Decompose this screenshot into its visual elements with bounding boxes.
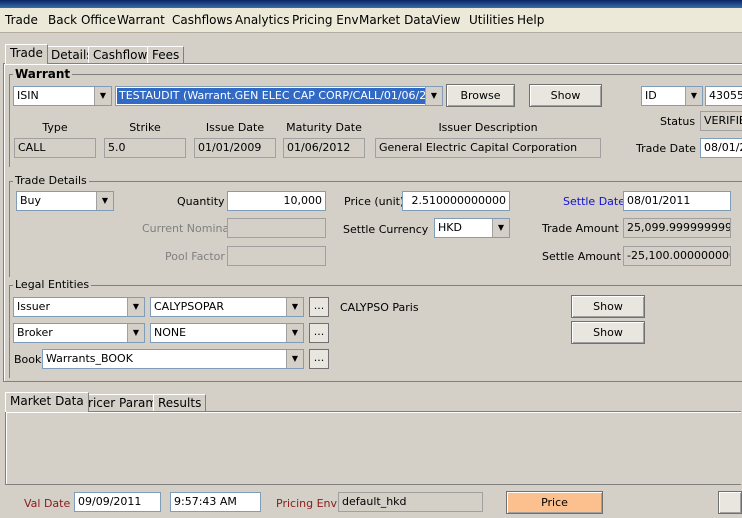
issue-date-field: 01/01/2009 — [194, 138, 276, 158]
tab-fees[interactable]: Fees — [147, 46, 185, 64]
type-header: Type — [42, 121, 68, 134]
legal-entities-title: Legal Entities — [13, 278, 92, 291]
menu-view[interactable]: View — [432, 13, 460, 27]
status-value: VERIFIE — [700, 111, 742, 131]
issuer-description-header: Issuer Description — [438, 121, 538, 134]
role1-select[interactable]: Issuer ▼ — [13, 297, 145, 317]
chevron-down-icon: ▼ — [286, 298, 303, 316]
pool-factor-field — [227, 246, 326, 266]
id-field-type-value: ID — [645, 89, 657, 102]
settle-currency-select[interactable]: HKD ▼ — [434, 218, 510, 238]
id-type-select[interactable]: ISIN ▼ — [13, 86, 112, 106]
quantity-input[interactable]: 10,000 — [227, 191, 326, 211]
chevron-down-icon: ▼ — [127, 324, 144, 342]
menu-cashflows[interactable]: Cashflows — [172, 13, 233, 27]
warrant-group-title: Warrant — [13, 67, 73, 81]
status-label: Status — [660, 115, 696, 128]
chevron-down-icon: ▼ — [425, 87, 442, 105]
type-field: CALL — [14, 138, 96, 158]
menu-back-office[interactable]: Back Office — [48, 13, 116, 27]
settle-date-label[interactable]: Settle Date — [563, 195, 625, 208]
show-broker-button[interactable]: Show — [571, 321, 645, 344]
role1-value: Issuer — [17, 300, 50, 313]
quantity-label: Quantity — [177, 195, 225, 208]
tab-trade[interactable]: Trade — [5, 44, 48, 64]
menu-market-data[interactable]: Market Data — [359, 13, 433, 27]
market-data-panel — [5, 411, 741, 485]
menu-warrant[interactable]: Warrant — [117, 13, 165, 27]
direction-value: Buy — [20, 194, 42, 207]
trade-id-input[interactable]: 43055 — [705, 86, 742, 106]
entity1-name: CALYPSO Paris — [340, 301, 419, 314]
settle-amount-field: -25,100.0000000000 — [623, 246, 731, 266]
show-product-button[interactable]: Show — [529, 84, 602, 107]
book-value: Warrants_BOOK — [46, 352, 133, 365]
menu-analytics[interactable]: Analytics — [235, 13, 290, 27]
entity2-value: NONE — [154, 326, 187, 339]
id-field-select[interactable]: ID ▼ — [641, 86, 703, 106]
val-date-label: Val Date — [24, 497, 71, 510]
maturity-date-header: Maturity Date — [286, 121, 362, 134]
menu-utilities[interactable]: Utilities — [469, 13, 514, 27]
val-time-input[interactable]: 9:57:43 AM — [170, 492, 261, 512]
chevron-down-icon: ▼ — [492, 219, 509, 237]
price-input[interactable]: 2.510000000000 — [402, 191, 510, 211]
chevron-down-icon: ▼ — [127, 298, 144, 316]
menu-pricing-env[interactable]: Pricing Env — [292, 13, 359, 27]
chevron-down-icon: ▼ — [685, 87, 702, 105]
entity1-value: CALYPSOPAR — [154, 300, 224, 313]
price-label: Price (unit) — [344, 195, 405, 208]
trade-date-label: Trade Date — [636, 142, 696, 155]
settle-currency-value: HKD — [438, 221, 462, 234]
chevron-down-icon: ▼ — [286, 350, 303, 368]
role2-value: Broker — [17, 326, 53, 339]
tab-results[interactable]: Results — [153, 394, 207, 412]
entity2-browse-button[interactable]: ... — [309, 323, 329, 343]
current-nominal-label: Current Nominal — [142, 222, 233, 235]
pool-factor-label: Pool Factor — [165, 250, 225, 263]
strike-header: Strike — [129, 121, 161, 134]
menu-trade[interactable]: Trade — [5, 13, 38, 27]
price-button[interactable]: Price — [506, 491, 603, 514]
pricing-env-field: default_hkd — [338, 492, 483, 512]
entity1-browse-button[interactable]: ... — [309, 297, 329, 317]
book-browse-button[interactable]: ... — [309, 349, 329, 369]
settle-date-input[interactable]: 08/01/2011 — [623, 191, 731, 211]
menu-help[interactable]: Help — [517, 13, 544, 27]
show-issuer-button[interactable]: Show — [571, 295, 645, 318]
trade-details-title: Trade Details — [13, 174, 89, 187]
book-label: Book — [14, 353, 42, 366]
entity1-select[interactable]: CALYPSOPAR ▼ — [150, 297, 304, 317]
chevron-down-icon: ▼ — [96, 192, 113, 210]
product-value: TESTAUDIT (Warrant.GEN ELEC CAP CORP/CAL… — [117, 88, 442, 104]
issue-date-header: Issue Date — [205, 121, 265, 134]
trade-amount-label: Trade Amount — [542, 222, 619, 235]
maturity-date-field: 01/06/2012 — [283, 138, 365, 158]
trade-amount-field: 25,099.9999999999 — [623, 218, 731, 238]
product-select[interactable]: TESTAUDIT (Warrant.GEN ELEC CAP CORP/CAL… — [115, 86, 443, 106]
current-nominal-field — [227, 218, 326, 238]
trade-date-input[interactable]: 08/01/2 — [700, 138, 742, 158]
title-bar — [0, 0, 742, 8]
issuer-description-field: General Electric Capital Corporation — [375, 138, 601, 158]
pricing-env-label: Pricing Env — [276, 497, 338, 510]
entity2-select[interactable]: NONE ▼ — [150, 323, 304, 343]
settle-currency-label: Settle Currency — [343, 223, 429, 236]
chevron-down-icon: ▼ — [94, 87, 111, 105]
footer-right-button[interactable] — [718, 491, 742, 514]
strike-field: 5.0 — [104, 138, 186, 158]
direction-select[interactable]: Buy ▼ — [16, 191, 114, 211]
menu-bar: Trade Back Office Warrant Cashflows Anal… — [0, 8, 742, 33]
browse-button[interactable]: Browse — [446, 84, 515, 107]
book-select[interactable]: Warrants_BOOK ▼ — [42, 349, 304, 369]
id-type-value: ISIN — [17, 89, 39, 102]
settle-amount-label: Settle Amount — [542, 250, 621, 263]
chevron-down-icon: ▼ — [286, 324, 303, 342]
tab-market-data[interactable]: Market Data — [5, 392, 89, 412]
val-date-input[interactable]: 09/09/2011 — [74, 492, 161, 512]
role2-select[interactable]: Broker ▼ — [13, 323, 145, 343]
